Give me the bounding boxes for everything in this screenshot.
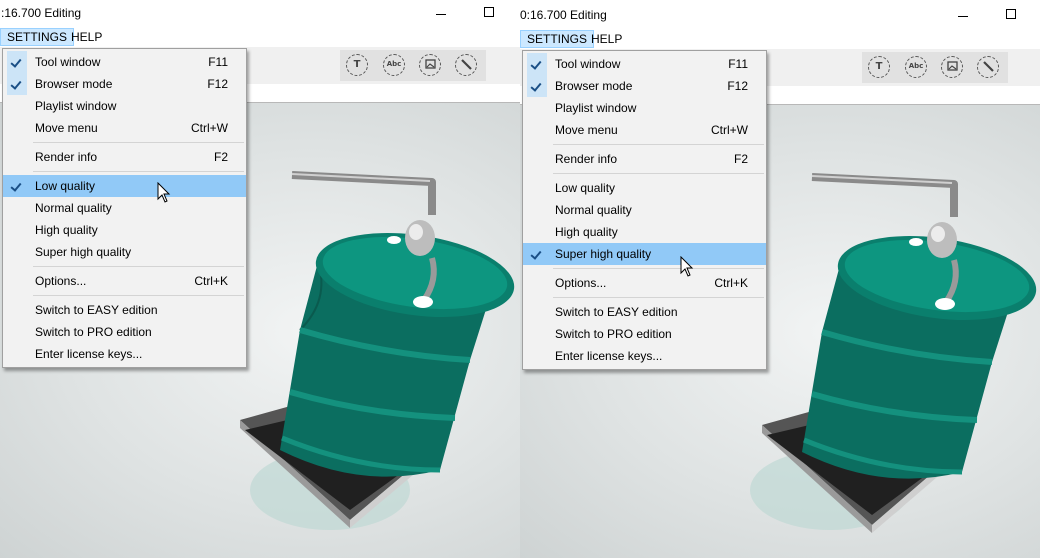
caption-tool-button[interactable]: Abc xyxy=(383,54,405,76)
caption-tool-button[interactable]: Abc xyxy=(905,56,927,78)
check-icon xyxy=(7,73,27,95)
menu-item-move-menu[interactable]: Move menu Ctrl+W xyxy=(523,119,766,141)
menu-separator xyxy=(33,142,244,143)
menu-item-playlist-window[interactable]: Playlist window xyxy=(3,95,246,117)
menu-item-license-keys[interactable]: Enter license keys... xyxy=(3,343,246,365)
menu-separator xyxy=(33,171,244,172)
pen-tool-button[interactable] xyxy=(455,54,477,76)
pen-icon xyxy=(460,59,472,70)
app-window-left: :16.700 Editing SETTINGS HELP T Abc Tool… xyxy=(0,0,520,558)
menu-item-move-menu[interactable]: Move menu Ctrl+W xyxy=(3,117,246,139)
maximize-button[interactable] xyxy=(478,3,500,23)
title-bar: :16.700 Editing xyxy=(0,0,520,28)
text-tool-button[interactable]: T xyxy=(346,54,368,76)
menu-item-super-high-quality[interactable]: Super high quality xyxy=(523,243,766,265)
menu-item-high-quality[interactable]: High quality xyxy=(523,221,766,243)
menu-item-render-info[interactable]: Render info F2 xyxy=(523,148,766,170)
menu-item-low-quality[interactable]: Low quality xyxy=(523,177,766,199)
image-icon xyxy=(424,59,436,69)
menu-item-tool-window[interactable]: Tool window F11 xyxy=(523,53,766,75)
menu-item-switch-pro[interactable]: Switch to PRO edition xyxy=(523,323,766,345)
menu-item-license-keys[interactable]: Enter license keys... xyxy=(523,345,766,367)
menu-settings[interactable]: SETTINGS xyxy=(520,30,595,48)
menu-help[interactable]: HELP xyxy=(585,31,628,47)
menu-item-switch-easy[interactable]: Switch to EASY edition xyxy=(523,301,766,323)
settings-dropdown: Tool window F11 Browser mode F12 Playlist … xyxy=(522,50,767,370)
tool-group: T Abc xyxy=(862,52,1008,83)
menu-separator xyxy=(553,268,764,269)
window-title: 0:16.700 Editing xyxy=(520,8,607,22)
menu-item-switch-easy[interactable]: Switch to EASY edition xyxy=(3,299,246,321)
check-icon xyxy=(527,243,547,265)
image-tool-button[interactable] xyxy=(419,54,441,76)
menu-bar: SETTINGS HELP xyxy=(0,28,520,47)
menu-item-super-high-quality[interactable]: Super high quality xyxy=(3,241,246,263)
pen-tool-button[interactable] xyxy=(977,56,999,78)
mouse-cursor-icon xyxy=(157,182,171,203)
minimize-button[interactable] xyxy=(430,3,452,23)
app-window-right: 0:16.700 Editing SETTINGS HELP T Abc Too… xyxy=(520,0,1040,558)
menu-separator xyxy=(553,173,764,174)
image-tool-button[interactable] xyxy=(941,56,963,78)
menu-item-browser-mode[interactable]: Browser mode F12 xyxy=(3,73,246,95)
menu-item-normal-quality[interactable]: Normal quality xyxy=(523,199,766,221)
maximize-button[interactable] xyxy=(1000,5,1022,25)
menu-item-playlist-window[interactable]: Playlist window xyxy=(523,97,766,119)
menu-separator xyxy=(33,266,244,267)
check-icon xyxy=(7,51,27,73)
menu-item-high-quality[interactable]: High quality xyxy=(3,219,246,241)
window-title: :16.700 Editing xyxy=(1,6,82,20)
menu-item-tool-window[interactable]: Tool window F11 xyxy=(3,51,246,73)
image-icon xyxy=(946,61,958,71)
tool-group: T Abc xyxy=(340,50,486,81)
check-icon xyxy=(527,53,547,75)
title-bar: 0:16.700 Editing xyxy=(520,0,1040,28)
check-icon xyxy=(527,75,547,97)
menu-settings[interactable]: SETTINGS xyxy=(0,28,75,46)
menu-help[interactable]: HELP xyxy=(65,29,108,45)
pen-icon xyxy=(982,61,994,72)
check-icon xyxy=(7,175,27,197)
text-tool-button[interactable]: T xyxy=(868,56,890,78)
mouse-cursor-icon xyxy=(680,256,694,277)
minimize-button[interactable] xyxy=(952,5,974,25)
menu-bar: SETTINGS HELP xyxy=(520,30,1040,49)
menu-item-options[interactable]: Options... Ctrl+K xyxy=(523,272,766,294)
menu-item-browser-mode[interactable]: Browser mode F12 xyxy=(523,75,766,97)
menu-separator xyxy=(33,295,244,296)
menu-item-render-info[interactable]: Render info F2 xyxy=(3,146,246,168)
menu-item-options[interactable]: Options... Ctrl+K xyxy=(3,270,246,292)
settings-dropdown: Tool window F11 Browser mode F12 Playlist … xyxy=(2,48,247,368)
menu-item-switch-pro[interactable]: Switch to PRO edition xyxy=(3,321,246,343)
menu-item-normal-quality[interactable]: Normal quality xyxy=(3,197,246,219)
menu-separator xyxy=(553,144,764,145)
menu-item-low-quality[interactable]: Low quality xyxy=(3,175,246,197)
menu-separator xyxy=(553,297,764,298)
